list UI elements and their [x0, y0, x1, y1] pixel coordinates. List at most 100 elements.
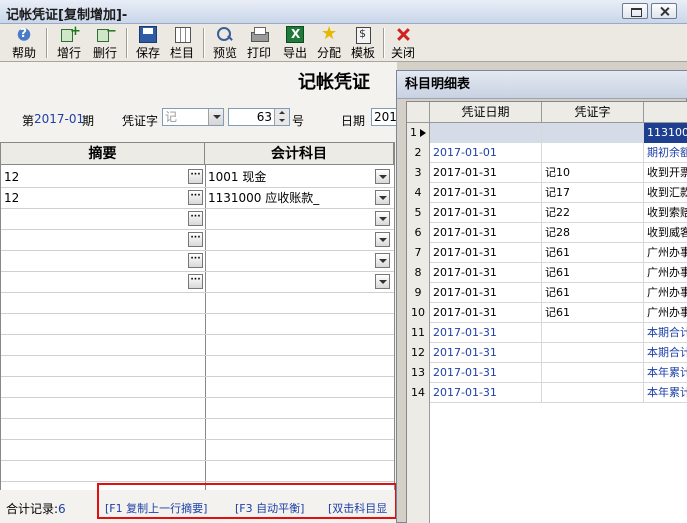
table-row[interactable]: ··· — [1, 230, 394, 251]
col-voucher-no-header[interactable]: 凭证字 — [542, 102, 644, 123]
date-cell[interactable]: 2017-01-31 — [430, 223, 542, 243]
summary-cell[interactable]: 1131000 — [644, 123, 687, 143]
account-cell[interactable] — [205, 209, 373, 229]
summary-cell[interactable]: 12 — [1, 167, 187, 187]
summary-cell[interactable] — [1, 251, 187, 271]
col-account-header[interactable]: 会计科目 — [205, 143, 394, 165]
table-row[interactable]: ··· — [1, 272, 394, 293]
spin-up-icon[interactable] — [274, 109, 289, 117]
account-cell[interactable]: 1001 现金 — [205, 167, 373, 187]
table-row[interactable]: 3 2017-01-31 记10 收到开票 — [407, 163, 687, 183]
minimize-button[interactable] — [622, 3, 648, 19]
dropdown-arrow-icon[interactable] — [208, 109, 223, 125]
summary-cell[interactable]: 本期合计 — [644, 323, 687, 343]
voucher-no-cell[interactable]: 记61 — [542, 243, 644, 263]
voucher-no-cell[interactable] — [542, 343, 644, 363]
voucher-no-cell[interactable]: 记17 — [542, 183, 644, 203]
summary-cell[interactable]: 本年累计 — [644, 383, 687, 403]
voucher-no-cell[interactable]: 记10 — [542, 163, 644, 183]
dropdown-arrow-icon[interactable] — [375, 211, 390, 226]
date-cell[interactable]: 2017-01-31 — [430, 283, 542, 303]
table-row[interactable]: 4 2017-01-31 记17 收到汇款 — [407, 183, 687, 203]
ellipsis-icon[interactable]: ··· — [188, 190, 203, 205]
table-row[interactable]: 10 2017-01-31 记61 广州办事 — [407, 303, 687, 323]
table-row[interactable]: 1 1131000 — [407, 123, 687, 143]
spin-down-icon[interactable] — [274, 117, 289, 125]
summary-cell[interactable]: 12 — [1, 188, 187, 208]
column-button[interactable]: 栏目 — [166, 26, 198, 60]
table-row[interactable]: 7 2017-01-31 记61 广州办事 — [407, 243, 687, 263]
date-cell[interactable] — [430, 123, 542, 143]
save-button[interactable]: 保存 — [132, 26, 164, 60]
voucher-no-cell[interactable]: 记61 — [542, 263, 644, 283]
print-button[interactable]: 打印 — [243, 26, 275, 60]
voucher-no-cell[interactable] — [542, 123, 644, 143]
hotkey-f1[interactable]: [F1 复制上一行摘要] — [105, 500, 207, 516]
account-cell[interactable] — [205, 230, 373, 250]
date-cell[interactable]: 2017-01-31 — [430, 383, 542, 403]
date-cell[interactable]: 2017-01-31 — [430, 243, 542, 263]
voucher-no-cell[interactable] — [542, 323, 644, 343]
voucher-no-cell[interactable]: 记22 — [542, 203, 644, 223]
account-cell[interactable] — [205, 272, 373, 292]
date-cell[interactable]: 2017-01-31 — [430, 323, 542, 343]
account-cell[interactable]: 1131000 应收账款_ — [205, 188, 373, 208]
summary-cell[interactable]: 收到开票 — [644, 163, 687, 183]
summary-cell[interactable] — [1, 230, 187, 250]
dropdown-arrow-icon[interactable] — [375, 253, 390, 268]
close-window-button[interactable] — [651, 3, 677, 19]
template-button[interactable]: 模板 — [347, 26, 379, 60]
dropdown-arrow-icon[interactable] — [375, 190, 390, 205]
hotkey-f3[interactable]: [F3 自动平衡] — [235, 500, 304, 516]
summary-cell[interactable]: 广州办事 — [644, 243, 687, 263]
summary-cell[interactable]: 收到威客 — [644, 223, 687, 243]
ellipsis-icon[interactable]: ··· — [188, 232, 203, 247]
summary-cell[interactable] — [1, 272, 187, 292]
voucher-no-cell[interactable] — [542, 363, 644, 383]
ellipsis-icon[interactable]: ··· — [188, 253, 203, 268]
date-cell[interactable]: 2017-01-01 — [430, 143, 542, 163]
date-cell[interactable]: 2017-01-31 — [430, 203, 542, 223]
table-row[interactable]: 13 2017-01-31 本年累计 — [407, 363, 687, 383]
summary-cell[interactable]: 期初余额 — [644, 143, 687, 163]
preview-button[interactable]: 预览 — [209, 26, 241, 60]
ellipsis-icon[interactable]: ··· — [188, 274, 203, 289]
export-button[interactable]: 导出 — [279, 26, 311, 60]
table-row[interactable]: 12 ··· 1131000 应收账款_ — [1, 188, 394, 209]
summary-cell[interactable]: 本年累计 — [644, 363, 687, 383]
delete-row-button[interactable]: 删行 — [88, 24, 122, 60]
table-row[interactable]: 14 2017-01-31 本年累计 — [407, 383, 687, 403]
voucher-no-cell[interactable]: 记28 — [542, 223, 644, 243]
hotkey-double-click[interactable]: [双击科目显 — [328, 500, 387, 516]
voucher-no-cell[interactable]: 记61 — [542, 283, 644, 303]
voucher-number-stepper[interactable]: 63 — [228, 108, 290, 126]
summary-cell[interactable] — [1, 209, 187, 229]
date-cell[interactable]: 2017-01-31 — [430, 183, 542, 203]
voucher-no-cell[interactable]: 记61 — [542, 303, 644, 323]
date-cell[interactable]: 2017-01-31 — [430, 263, 542, 283]
allocate-button[interactable]: 分配 — [313, 23, 345, 60]
table-row[interactable]: 9 2017-01-31 记61 广州办事 — [407, 283, 687, 303]
table-row[interactable]: ··· — [1, 209, 394, 230]
table-row[interactable]: 2 2017-01-01 期初余额 — [407, 143, 687, 163]
dropdown-arrow-icon[interactable] — [375, 232, 390, 247]
table-row[interactable]: 5 2017-01-31 记22 收到索赔 — [407, 203, 687, 223]
summary-cell[interactable]: 广州办事 — [644, 263, 687, 283]
date-cell[interactable]: 2017-01-31 — [430, 163, 542, 183]
table-row[interactable]: 11 2017-01-31 本期合计 — [407, 323, 687, 343]
ellipsis-icon[interactable]: ··· — [188, 169, 203, 184]
help-button[interactable]: 帮助 — [6, 26, 42, 60]
date-cell[interactable]: 2017-01-31 — [430, 363, 542, 383]
col-summary-header[interactable]: 摘要 — [1, 143, 205, 165]
voucher-no-cell[interactable] — [542, 383, 644, 403]
voucher-no-cell[interactable] — [542, 143, 644, 163]
summary-cell[interactable]: 收到汇款 — [644, 183, 687, 203]
summary-cell[interactable]: 本期合计 — [644, 343, 687, 363]
close-button[interactable]: 关闭 — [387, 26, 419, 60]
table-row[interactable]: 8 2017-01-31 记61 广州办事 — [407, 263, 687, 283]
date-cell[interactable]: 2017-01-31 — [430, 343, 542, 363]
col-date-header[interactable]: 凭证日期 — [430, 102, 542, 123]
summary-cell[interactable]: 收到索赔 — [644, 203, 687, 223]
table-row[interactable]: 12 2017-01-31 本期合计 — [407, 343, 687, 363]
date-cell[interactable]: 2017-01-31 — [430, 303, 542, 323]
